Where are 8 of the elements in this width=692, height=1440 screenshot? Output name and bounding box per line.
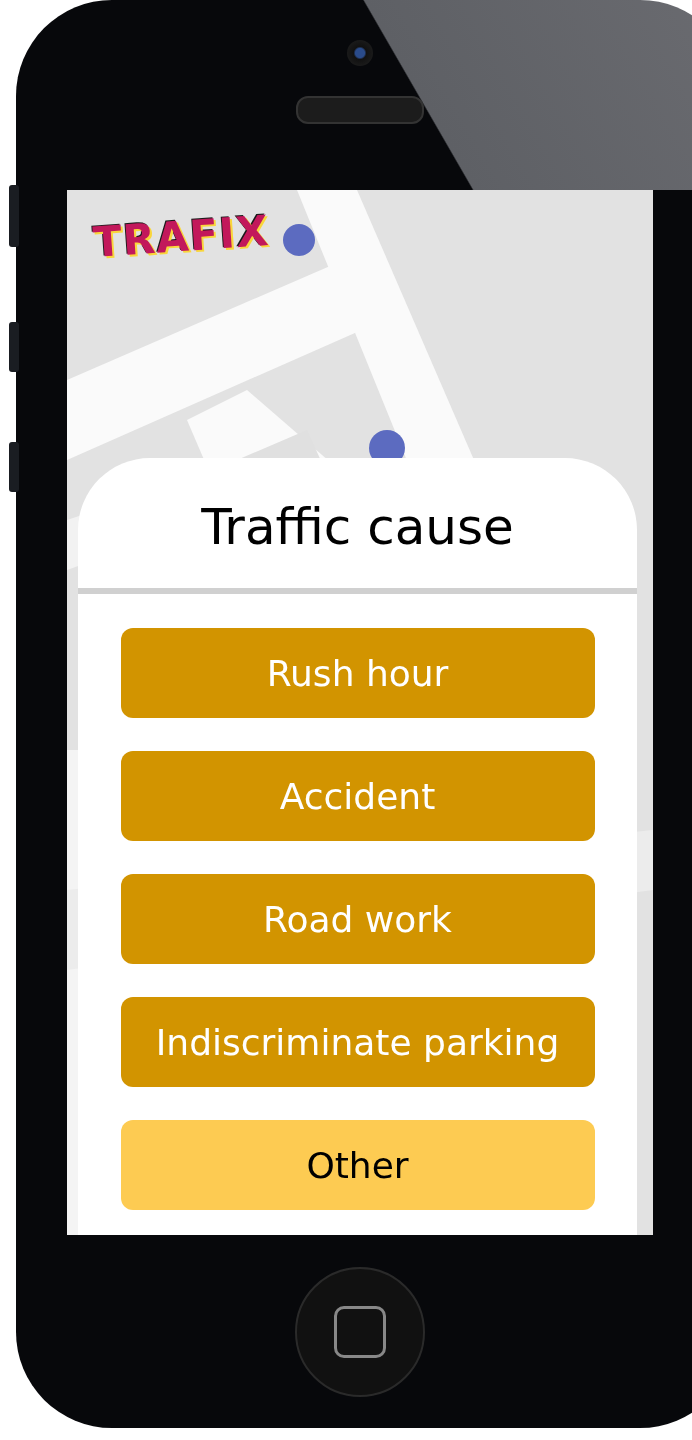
sheet-title: Traffic cause (200, 497, 515, 558)
app-logo: TRAFIX (91, 205, 271, 268)
cause-option[interactable]: Other (120, 1120, 595, 1210)
cause-option[interactable]: Accident (120, 751, 595, 841)
cause-option[interactable]: Road work (120, 874, 595, 964)
cause-option[interactable]: Rush hour (120, 628, 595, 718)
cause-option[interactable]: Indiscriminate parking (120, 997, 595, 1087)
camera-icon (347, 40, 373, 66)
